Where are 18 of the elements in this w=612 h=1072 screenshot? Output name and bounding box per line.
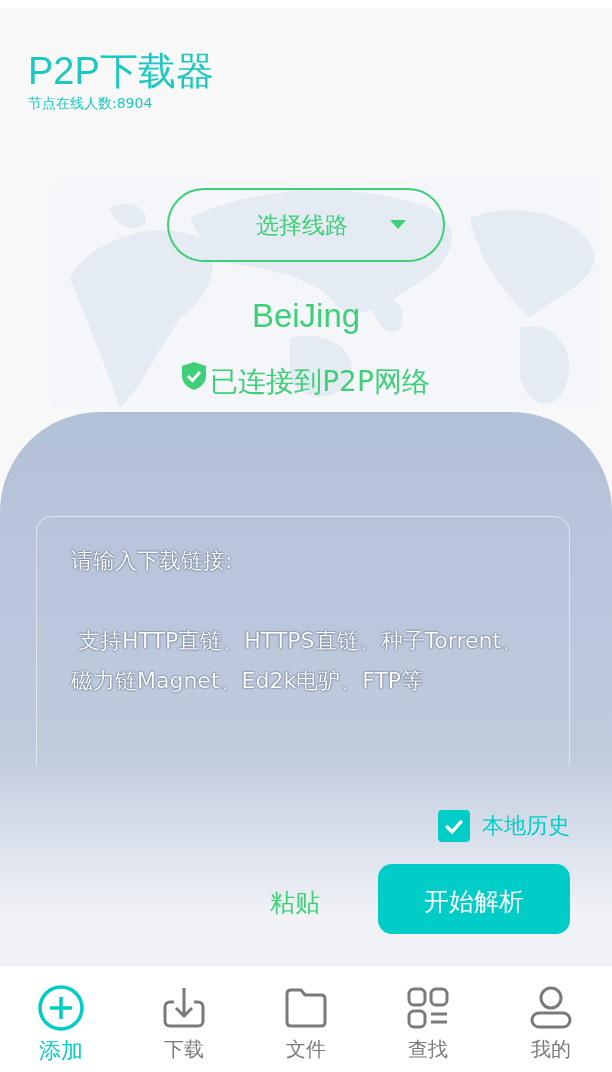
history-label[interactable]: 本地历史 xyxy=(482,811,570,841)
history-checkbox[interactable] xyxy=(438,810,470,842)
route-dropdown[interactable]: 选择线路 xyxy=(167,188,445,262)
nav-tab[interactable]: 查找 xyxy=(383,984,474,1063)
add-icon xyxy=(37,984,86,1032)
nav-tab[interactable]: 文件 xyxy=(260,984,351,1063)
nav-tab[interactable]: 下载 xyxy=(138,984,229,1063)
shield-check-icon xyxy=(182,362,207,390)
online-count: 节点在线人数:8904 xyxy=(28,94,154,112)
connection-status: 已连接到P2P网络 xyxy=(210,364,430,400)
link-input-field[interactable]: 请输入下载链接: 支持HTTP直链、HTTPS直链、种子Torrent、磁力链Magnet、Ed2k电驴、FTP等 xyxy=(36,516,570,766)
location-name: BeiJing xyxy=(251,296,361,336)
nav-tab[interactable]: 我的 xyxy=(505,984,596,1063)
nav-tab[interactable]: 添加 xyxy=(16,984,107,1066)
caret-icon xyxy=(390,220,406,230)
app-title: P2P下载器 xyxy=(28,49,215,94)
start-parse-button[interactable]: 开始解析 xyxy=(378,864,570,934)
paste-link[interactable]: 粘贴 xyxy=(270,886,320,919)
